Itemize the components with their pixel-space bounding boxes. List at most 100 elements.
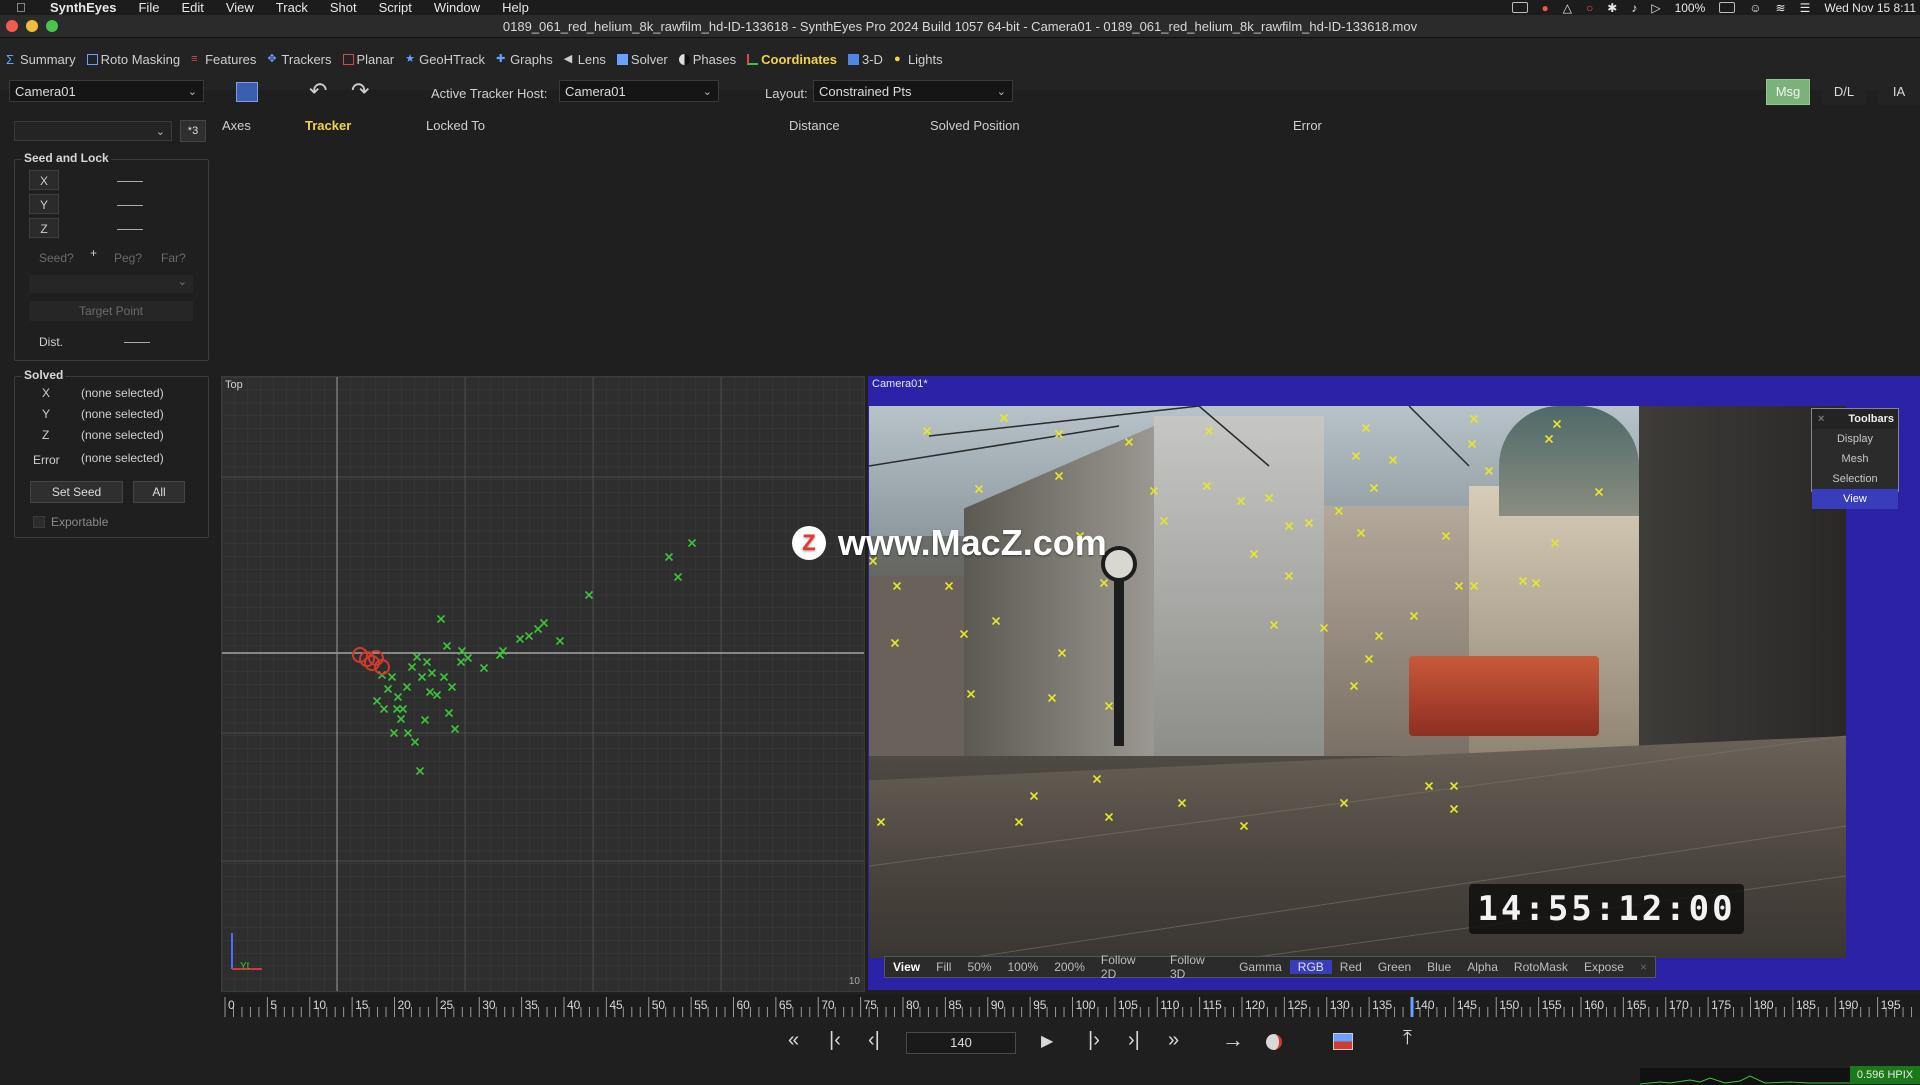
camera-tracker-marker[interactable]: [1057, 648, 1067, 658]
tracker-host-select[interactable]: Camera01 ⌄: [559, 80, 719, 102]
exportable-checkbox[interactable]: [33, 516, 45, 528]
view-toolbar-rgb[interactable]: RGB: [1289, 960, 1332, 974]
view-toolbar-gamma[interactable]: Gamma: [1231, 960, 1290, 974]
tab-features[interactable]: ≡ Features: [191, 52, 256, 67]
lock-y-value[interactable]: [117, 205, 143, 206]
toolbars-item-display[interactable]: Display: [1812, 429, 1898, 449]
lock-y-button[interactable]: Y: [29, 194, 59, 214]
timeline-playhead[interactable]: [1410, 997, 1414, 1017]
camera-tracker-marker[interactable]: [1467, 439, 1477, 449]
user-icon[interactable]: ☺: [1749, 1, 1761, 15]
camera-tracker-marker[interactable]: [1319, 623, 1329, 633]
apple-icon[interactable]: : [16, 0, 30, 15]
col-axes[interactable]: Axes: [222, 118, 251, 133]
tab-summary[interactable]: Σ Summary: [6, 52, 76, 67]
tab-trackers[interactable]: ✥ Trackers: [267, 52, 331, 67]
camera-tracker-marker[interactable]: [959, 629, 969, 639]
camera-tracker-marker[interactable]: [1304, 518, 1314, 528]
star-button[interactable]: *3: [180, 120, 206, 142]
seed-checkbox[interactable]: Seed?: [39, 251, 74, 265]
camera-tracker-marker[interactable]: [1284, 571, 1294, 581]
camera-tracker-marker[interactable]: [1484, 466, 1494, 476]
camera-tracker-marker[interactable]: [876, 817, 886, 827]
toolbars-item-view[interactable]: View: [1812, 489, 1898, 509]
lock-x-value[interactable]: [117, 181, 143, 182]
menu-shot[interactable]: Shot: [330, 0, 357, 15]
camera-tracker-marker[interactable]: [1454, 581, 1464, 591]
camera-select[interactable]: Camera01 ⌄: [9, 80, 204, 102]
tab-lights[interactable]: ● Lights: [894, 52, 943, 67]
col-solved-position[interactable]: Solved Position: [930, 118, 1020, 133]
target-dropdown[interactable]: ⌄: [29, 275, 193, 293]
camera-tracker-marker[interactable]: [1544, 434, 1554, 444]
constraints-table-body[interactable]: [220, 136, 1920, 368]
view-toolbar-green[interactable]: Green: [1370, 960, 1419, 974]
menu-script[interactable]: Script: [379, 0, 412, 15]
ia-button[interactable]: IA: [1878, 79, 1920, 105]
toolbars-item-mesh[interactable]: Mesh: [1812, 449, 1898, 469]
menu-help[interactable]: Help: [502, 0, 529, 15]
camera-tracker-marker[interactable]: [1518, 576, 1528, 586]
tab-phases[interactable]: Phases: [678, 52, 736, 67]
seed-plus[interactable]: +: [90, 246, 97, 260]
view-toolbar-follow-3d[interactable]: Follow 3D: [1162, 953, 1231, 981]
camera-tracker-marker[interactable]: [1124, 437, 1134, 447]
view-toolbar-red[interactable]: Red: [1332, 960, 1370, 974]
camera-tracker-marker[interactable]: [1104, 701, 1114, 711]
rewind-icon[interactable]: «: [788, 1029, 799, 1052]
menu-window[interactable]: Window: [434, 0, 480, 15]
step-back-icon[interactable]: ‹|: [868, 1029, 880, 1052]
view-toolbar-50[interactable]: 50%: [959, 960, 999, 974]
screen-record-icon[interactable]: [1511, 2, 1528, 13]
menu-view[interactable]: View: [226, 0, 254, 15]
wifi-icon[interactable]: ≋: [1776, 1, 1786, 15]
camera-tracker-marker[interactable]: [1249, 549, 1259, 559]
top-viewport[interactable]: Top Yt 10: [221, 376, 865, 992]
camera-tracker-marker[interactable]: [1349, 681, 1359, 691]
creative-cloud-icon[interactable]: ○: [1586, 1, 1593, 15]
clock-icon[interactable]: [1266, 1034, 1282, 1050]
camera-tracker-marker[interactable]: [1364, 654, 1374, 664]
dist-value[interactable]: [124, 342, 150, 343]
lock-z-button[interactable]: Z: [29, 218, 59, 238]
camera-tracker-marker[interactable]: [1239, 821, 1249, 831]
camera-tracker-marker[interactable]: [1409, 611, 1419, 621]
view-toolbar-follow-2d[interactable]: Follow 2D: [1093, 953, 1162, 981]
camera-tracker-marker[interactable]: [1284, 521, 1294, 531]
all-button[interactable]: All: [133, 481, 185, 503]
lock-x-button[interactable]: X: [29, 170, 59, 190]
camera-tracker-marker[interactable]: [1356, 528, 1366, 538]
clock[interactable]: Wed Nov 15 8:11: [1824, 1, 1916, 15]
set-seed-button[interactable]: Set Seed: [30, 481, 123, 503]
save-icon[interactable]: [236, 82, 258, 102]
camera-tracker-marker[interactable]: [1550, 538, 1560, 548]
camera-tracker-marker[interactable]: [1351, 451, 1361, 461]
target-point-button[interactable]: Target Point: [29, 301, 193, 321]
camera-tracker-marker[interactable]: [1029, 791, 1039, 801]
camera-tracker-marker[interactable]: [1202, 481, 1212, 491]
camera-tracker-marker[interactable]: [1014, 817, 1024, 827]
camera-tracker-marker[interactable]: [1264, 493, 1274, 503]
camera-tracker-marker[interactable]: [1204, 426, 1214, 436]
view-toolbar-200[interactable]: 200%: [1046, 960, 1093, 974]
view-toolbar-expose[interactable]: Expose: [1576, 960, 1632, 974]
camera-tracker-marker[interactable]: [1361, 423, 1371, 433]
tab-planar[interactable]: Planar: [342, 52, 394, 67]
fast-forward-icon[interactable]: »: [1168, 1029, 1179, 1052]
step-forward-icon[interactable]: |›: [1088, 1029, 1100, 1052]
timeline[interactable]: 0 5 10 15 20 25 30 35 40 45 50 55 60 65 70 75 80 85 90 95 10…: [221, 995, 1920, 1017]
camera-tracker-marker[interactable]: [1449, 804, 1459, 814]
menu-edit[interactable]: Edit: [181, 0, 203, 15]
arrow-right-icon[interactable]: →: [1222, 1027, 1244, 1053]
camera-tracker-marker[interactable]: [1236, 496, 1246, 506]
bluetooth-icon[interactable]: ✱: [1607, 1, 1617, 15]
close-icon[interactable]: ×: [1818, 409, 1824, 429]
view-toolbar-rotomask[interactable]: RotoMask: [1506, 960, 1576, 974]
camera-tracker-marker[interactable]: [991, 616, 1001, 626]
tab-3d[interactable]: 3-D: [847, 52, 883, 67]
camera-tracker-marker[interactable]: [1369, 483, 1379, 493]
camera-tracker-marker[interactable]: [966, 689, 976, 699]
undo-icon[interactable]: ↶: [309, 78, 327, 104]
peg-checkbox[interactable]: Peg?: [114, 251, 142, 265]
layout-select[interactable]: Constrained Pts ⌄: [813, 80, 1013, 102]
